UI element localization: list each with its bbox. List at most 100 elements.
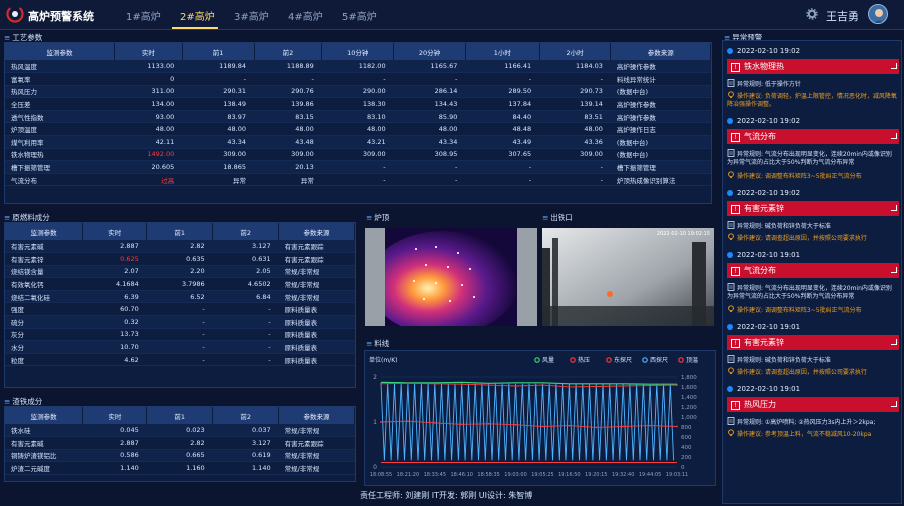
- alarm-type-badge[interactable]: ! 有害元素锌: [727, 335, 899, 350]
- series-point: [487, 384, 490, 386]
- table-row[interactable]: 透气性指数 93.00 83.97 83.15 83.10 85.90 84.40 83.51…: [5, 110, 711, 124]
- table-row[interactable]: 铁水物理热 1492.00 309.00 309.00 309.00 308.95 307.…: [5, 148, 711, 162]
- alarm-time: 2022-02-10 19:01: [727, 385, 800, 393]
- table-row[interactable]: 炉渣二元碱度 1.140 1.160 1.140 常规/非常规: [5, 461, 355, 475]
- corner-mark-icon: [891, 205, 897, 211]
- source-cell: (数据中台): [610, 85, 711, 99]
- alarm-type-badge[interactable]: ! 气流分布: [727, 129, 899, 144]
- tab-furnace-4[interactable]: 4#高炉: [288, 8, 323, 23]
- alarm-list[interactable]: 2022-02-10 19:02! 铁水物理热 异常规则: 低于操作方针 操作建议: …: [722, 40, 902, 504]
- alarm-type-badge[interactable]: ! 有害元素锌: [727, 201, 899, 216]
- x-tick: 19:05:25: [531, 472, 553, 478]
- table-row[interactable]: 铁水硅 0.045 0.023 0.037 常规/非常规: [5, 424, 355, 438]
- table-row[interactable]: 全压差 134.00 138.49 139.86 138.30 134.43 137.84 1…: [5, 97, 711, 111]
- value-cell: 290.31: [182, 85, 255, 99]
- table-header-cell: 前1: [146, 407, 214, 424]
- alarm-type-badge[interactable]: ! 气流分布: [727, 263, 899, 278]
- value-cell: 10.70: [82, 340, 147, 354]
- value-cell: 137.84: [465, 97, 540, 111]
- alarm-type-badge[interactable]: ! 热风压力: [727, 397, 899, 412]
- tab-furnace-3[interactable]: 3#高炉: [234, 8, 269, 23]
- table-row[interactable]: 煤气利用率 42.11 43.34 43.48 43.21 43.34 43.49 43.36…: [5, 135, 711, 149]
- value-cell: 1188.89: [254, 60, 322, 74]
- table-row[interactable]: 水分 10.70- - 原料质量表: [5, 340, 355, 354]
- table-header-row: 监测参数 实时 前1 前2 10分钟 20分钟 1小时 2小时 参数来源: [5, 43, 711, 60]
- source-cell: 有害元素跟踪: [278, 436, 355, 450]
- table-header-cell: 20分钟: [393, 43, 466, 60]
- alarm-type-label: 气流分布: [744, 132, 776, 141]
- value-cell: 13.73: [82, 328, 147, 342]
- tab-furnace-5[interactable]: 5#高炉: [342, 8, 377, 23]
- table-row[interactable]: 铜铸炉渣镁铝比 0.586 0.665 0.619 常规/非常规: [5, 449, 355, 463]
- value-cell: -: [393, 160, 466, 174]
- value-cell: 1.140: [212, 461, 279, 475]
- section-title-chart: 料线: [366, 338, 389, 349]
- y-tick-right: 1,800: [681, 375, 697, 381]
- table-row[interactable]: 有效氧化钙 4.1684 3.7986 4.6502 常规/非常规: [5, 277, 355, 291]
- source-cell: 有害元素跟踪: [278, 240, 355, 254]
- lightbulb-icon: [728, 171, 734, 179]
- tab-furnace-1[interactable]: 1#高炉: [126, 8, 161, 23]
- series-point: [514, 385, 517, 387]
- value-cell: 93.00: [114, 110, 183, 124]
- table-row[interactable]: 有害元素碱 2.887 2.82 3.127 有害元素跟踪: [5, 240, 355, 254]
- value-cell: 48.00: [539, 122, 611, 137]
- table-row[interactable]: 富氧率 0- - - - - - 料线异常统计: [5, 72, 711, 86]
- alarm-suggestion: 操作建议: 负荷调轻，炉温上限管控，情况恶化时，减风降氧降冶强操作调整。: [727, 91, 897, 109]
- value-cell: 2.82: [146, 436, 213, 450]
- table-header-cell: 监测参数: [5, 407, 84, 424]
- gear-icon[interactable]: [806, 8, 818, 20]
- furnace-top-thermal-view[interactable]: [365, 228, 537, 326]
- param-name-cell: 硫分: [5, 315, 83, 329]
- value-cell: 0.037: [212, 424, 279, 438]
- value-cell: -: [321, 173, 394, 187]
- source-cell: 高炉操作参数: [610, 110, 711, 124]
- legend-marker: [534, 357, 540, 363]
- source-cell: (数据中台): [610, 148, 711, 162]
- table-row[interactable]: 槽下振筛管理 20.605 18.865 20.13- - - - 槽下振筛管理: [5, 160, 711, 174]
- x-tick: 19:32:40: [612, 472, 634, 478]
- value-cell: 83.15: [254, 110, 322, 124]
- table-row[interactable]: 烧结镁含量 2.07 2.20 2.05 常规/非常规: [5, 265, 355, 279]
- value-cell: 43.49: [465, 135, 540, 149]
- table-row[interactable]: 灰分 13.73- - 原料质量表: [5, 328, 355, 342]
- legend-label: 热压: [578, 356, 590, 364]
- table-row[interactable]: 气流分布 过高 异常 异常 - - - - 炉顶热成像识别算法: [5, 173, 711, 187]
- value-cell: 138.49: [182, 97, 255, 111]
- table-row[interactable]: 硫分 0.32- - 原料质量表: [5, 315, 355, 329]
- table-row[interactable]: 有害元素碱 2.887 2.82 3.127 有害元素跟踪: [5, 436, 355, 450]
- alarm-rule: 异常规则: 碱负荷和锌负荷大于标准: [727, 221, 897, 231]
- table-row[interactable]: 炉顶温度 48.00 48.00 48.00 48.00 48.00 48.48 48.00 高…: [5, 122, 711, 137]
- table-row[interactable]: 强度 60.70- - 原料质量表: [5, 302, 355, 317]
- value-cell: 1166.41: [465, 60, 540, 74]
- value-cell: 43.48: [254, 135, 322, 149]
- document-icon: [727, 79, 735, 87]
- alarm-type-badge[interactable]: ! 铁水物理热: [727, 59, 899, 74]
- x-tick: 19:16:50: [558, 472, 580, 478]
- value-cell: -: [465, 173, 540, 187]
- value-cell: 48.48: [465, 122, 540, 137]
- table-row[interactable]: 热风温度 1133.00 1189.84 1188.89 1182.00 1165.67 1…: [5, 60, 711, 74]
- value-cell: 290.00: [321, 85, 394, 99]
- value-cell: 48.00: [393, 122, 466, 137]
- table-header-cell: 前2: [212, 223, 280, 240]
- param-name-cell: 有害元素碱: [5, 240, 83, 254]
- table-row[interactable]: 粒度 4.62- - 原料质量表: [5, 353, 355, 367]
- param-name-cell: 灰分: [5, 328, 83, 342]
- value-cell: 1165.67: [393, 60, 466, 74]
- value-cell: 6.39: [82, 290, 147, 304]
- series-point: [460, 423, 463, 426]
- corner-mark-icon: [891, 339, 897, 345]
- legend-marker: [606, 357, 612, 363]
- tab-furnace-2[interactable]: 2#高炉: [180, 8, 215, 23]
- x-tick: 19:44:05: [639, 472, 661, 478]
- table-row[interactable]: 烧结二氧化硅 6.39 6.52 6.84 常规/非常规: [5, 290, 355, 304]
- table-row[interactable]: 热风压力 311.00 290.31 290.76 290.00 286.14 289.50…: [5, 85, 711, 99]
- table-row[interactable]: 有害元素锌 0.625 0.635 0.631 有害元素跟踪: [5, 252, 355, 266]
- process-table: 监测参数 实时 前1 前2 10分钟 20分钟 1小时 2小时 参数来源 热风温度 1133.00 1…: [5, 43, 711, 187]
- chart-panel: 单位(m/K) 风量 热压 东探尺 西探尺 顶温 0 1 2 0 200 400 600 800 1,00…: [364, 350, 716, 486]
- source-cell: 料线异常统计: [610, 72, 711, 86]
- taphole-camera-view[interactable]: 2022-02-10 19:02:15: [542, 228, 714, 326]
- avatar[interactable]: [868, 4, 888, 24]
- source-cell: 常规/非常规: [278, 277, 355, 291]
